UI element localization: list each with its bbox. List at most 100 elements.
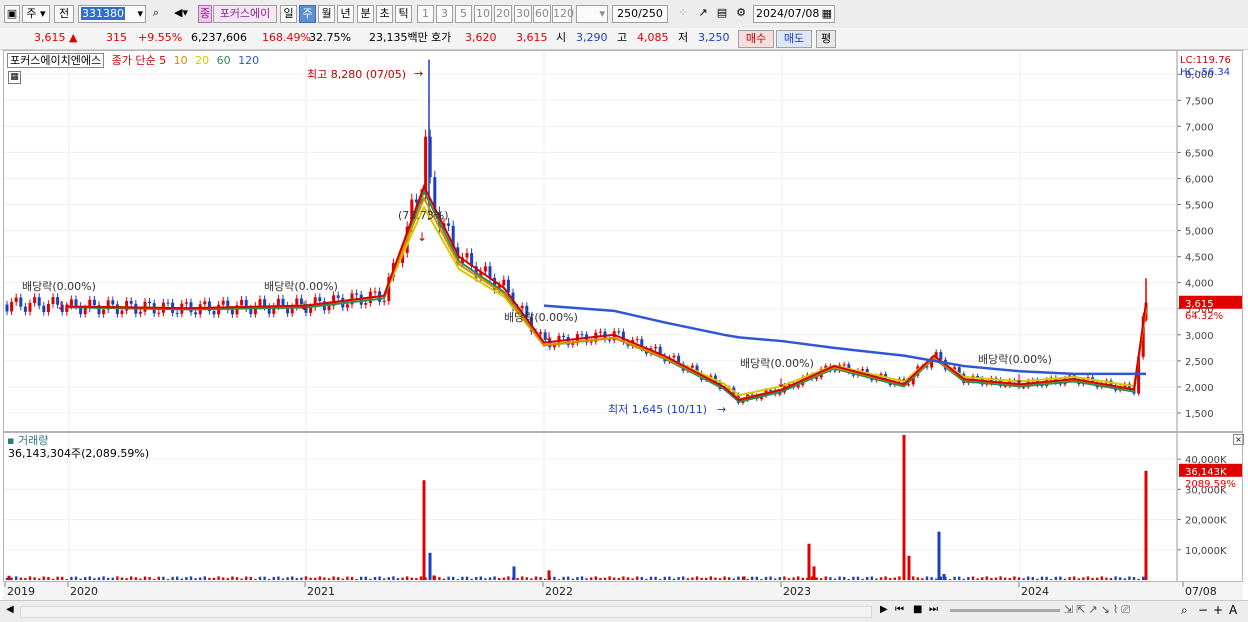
volume-bar — [139, 578, 142, 580]
candle-body — [148, 301, 152, 304]
scroll-left-icon[interactable]: ◀ — [6, 604, 14, 615]
horizontal-scrollbar[interactable] — [20, 606, 872, 618]
period-minute[interactable]: 분 — [357, 5, 374, 23]
dividend-arrow-icon: ↓ — [1014, 372, 1024, 386]
grid-table-icon[interactable]: ▦ — [8, 71, 21, 84]
candle-body — [465, 253, 469, 258]
count-input[interactable]: 250/250 — [612, 5, 668, 23]
ma-10-label: 10 — [173, 54, 188, 67]
save-icon[interactable]: ▤ — [714, 5, 730, 23]
speaker-icon[interactable]: ◀▾ — [166, 5, 196, 23]
stock-badge: 종 — [198, 5, 212, 23]
volume-bar — [217, 576, 220, 580]
period-tick[interactable]: 틱 — [395, 5, 412, 23]
volume-bar — [764, 576, 768, 580]
interval-120[interactable]: 120 — [552, 5, 574, 23]
volume-bar — [843, 576, 846, 580]
interval-10[interactable]: 10 — [474, 5, 492, 23]
volume-bar — [686, 578, 689, 580]
stop-icon[interactable]: ■ — [913, 604, 922, 615]
sell-button[interactable]: 매도 — [776, 30, 812, 48]
volume-bar — [74, 576, 78, 580]
scroll-right-icon[interactable]: ▶ — [880, 604, 888, 615]
gear-icon[interactable]: ⚙ — [733, 5, 749, 23]
price-chart[interactable]: 1,5002,0002,5003,0003,5004,0004,5005,000… — [4, 51, 1242, 431]
ma-5-label: 5 — [159, 54, 167, 67]
candle-body — [157, 312, 161, 314]
interval-20[interactable]: 20 — [494, 5, 512, 23]
volume-bar — [268, 578, 271, 580]
volume-bar — [649, 576, 653, 580]
candle-body — [617, 331, 621, 333]
magnifier-icon[interactable]: ⌕ — [1181, 603, 1188, 618]
interval-3[interactable]: 3 — [436, 5, 453, 23]
prev-button[interactable]: 전 — [54, 5, 74, 23]
volume-bar — [1073, 576, 1076, 580]
volume-bar — [1063, 578, 1067, 580]
volume-bar — [291, 576, 294, 580]
current-price: 3,615 ▲ — [34, 31, 78, 44]
period-year[interactable]: 년 — [337, 5, 354, 23]
zoom-out-icon[interactable]: − — [1198, 603, 1208, 617]
volume-bar — [884, 576, 887, 580]
stock-code-input[interactable]: 331380 ▾ — [78, 5, 146, 23]
volume-bar — [401, 577, 404, 580]
interval-1[interactable]: 1 — [417, 5, 434, 23]
interval-5[interactable]: 5 — [455, 5, 472, 23]
y-tick-label: 4,500 — [1185, 253, 1214, 264]
volume-bar — [695, 576, 699, 580]
volume-spike-bar — [512, 566, 516, 580]
volume-bar — [194, 578, 197, 580]
volume-bar — [323, 577, 326, 580]
buy-button[interactable]: 매수 — [738, 30, 774, 48]
custom-interval-select[interactable]: ▾ — [576, 5, 608, 23]
volume-chart[interactable]: 10,000K20,000K30,000K40,000K36,143K2089.… — [4, 433, 1242, 581]
zoom-in-icon[interactable]: + — [1213, 603, 1223, 617]
period-month[interactable]: 월 — [318, 5, 335, 23]
volume-bar — [599, 577, 602, 580]
interval-60[interactable]: 60 — [533, 5, 551, 23]
rewind-icon[interactable]: ⏮ — [895, 604, 904, 615]
calendar-icon[interactable]: ▦ — [822, 6, 834, 22]
y-tick-label: 6,000 — [1185, 174, 1214, 185]
candle-body — [28, 302, 32, 312]
draw-icon[interactable]: ↗ — [695, 5, 711, 23]
interval-30[interactable]: 30 — [514, 5, 532, 23]
stock-name-field[interactable]: 포커스에이 — [213, 5, 277, 23]
candle-body — [10, 301, 14, 312]
text-size-icon[interactable]: A — [1229, 603, 1237, 617]
volume-bar — [300, 577, 303, 580]
candle-body — [1022, 387, 1026, 389]
volume-spike-bar — [902, 434, 906, 580]
volume-bar — [580, 576, 584, 580]
fast-forward-icon[interactable]: ⏭ — [929, 604, 938, 615]
search-icon[interactable]: ⌕ — [148, 5, 164, 23]
y-tick-label: 6,500 — [1185, 148, 1214, 159]
volume-bar — [157, 576, 160, 580]
volume-bar — [392, 576, 395, 580]
current-price-tag-label: 3,615 — [1185, 299, 1214, 310]
count-total: /250 — [638, 7, 663, 20]
chart-menu-icon[interactable]: ▣ — [4, 5, 20, 23]
average-button[interactable]: 평 — [816, 30, 836, 48]
volume-bar — [199, 577, 202, 580]
zoom-slider[interactable] — [950, 609, 1060, 612]
volume-bar — [990, 578, 993, 580]
period-second[interactable]: 초 — [376, 5, 393, 23]
volume-chart-panel: 10,000K 20,000K 30,000K 40,000K 36,143K 2089.… — [3, 432, 1244, 582]
panel-close-icon[interactable]: × — [1233, 434, 1244, 445]
volume-bar — [1142, 576, 1145, 580]
volume-bar — [1096, 577, 1099, 580]
compare-icon[interactable]: ⁘ — [675, 5, 691, 23]
candle-body — [166, 302, 170, 304]
date-input[interactable]: 2024/07/08 ▦ — [753, 5, 835, 23]
period-week[interactable]: 주 — [299, 5, 316, 23]
volume-spike-bar — [428, 552, 432, 580]
volume-bar — [585, 578, 588, 580]
drawing-tools-icons[interactable]: ⇲⇱↗↘⌇⎚ — [1064, 603, 1133, 617]
candle-body — [23, 306, 27, 312]
period-type-select[interactable]: 주 ▾ — [22, 5, 50, 23]
volume-bar — [971, 576, 975, 580]
period-day[interactable]: 일 — [280, 5, 297, 23]
volume-bar — [672, 578, 676, 580]
